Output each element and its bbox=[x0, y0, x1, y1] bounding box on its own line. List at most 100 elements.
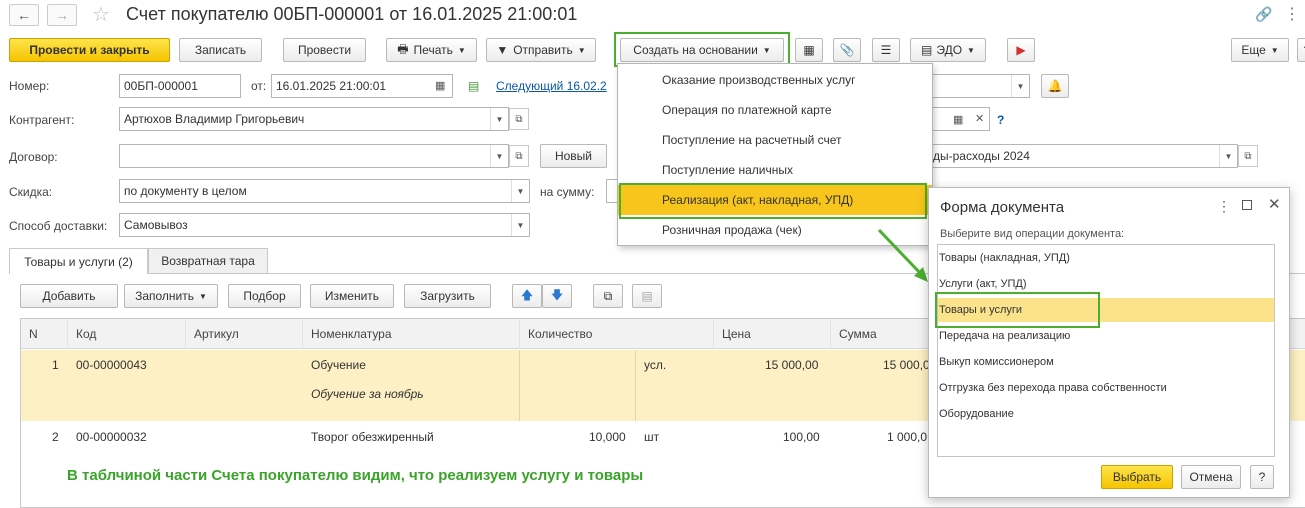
tab-goods-services[interactable]: Товары и услуги (2) bbox=[9, 248, 148, 274]
tab-returnable-packaging[interactable]: Возвратная тара bbox=[148, 248, 268, 274]
calendar-icon[interactable]: ▦ bbox=[435, 79, 445, 92]
attach-button[interactable]: 📎 bbox=[833, 38, 861, 62]
copy-row-button[interactable]: ⧉ bbox=[593, 284, 623, 308]
help-question[interactable]: ? bbox=[997, 113, 1004, 127]
row-sum: 1 000,0 bbox=[887, 430, 928, 444]
send-icon: ▼ bbox=[496, 43, 509, 57]
chevron-down-icon[interactable]: ▼ bbox=[511, 180, 529, 202]
chevron-down-icon[interactable]: ▼ bbox=[490, 108, 508, 130]
date-value: 16.01.2025 21:00:01 bbox=[276, 79, 387, 93]
structure-icon: ▦ bbox=[803, 43, 815, 57]
chevron-down-icon: ▼ bbox=[577, 45, 586, 55]
move-up-button[interactable]: 🡅 bbox=[512, 284, 542, 308]
open-icon[interactable]: ⧉ bbox=[509, 108, 529, 130]
delivery-field[interactable]: Самовывоз bbox=[119, 213, 530, 237]
discount-field[interactable]: по документу в целом bbox=[119, 179, 530, 203]
select-button[interactable]: Подбор bbox=[228, 284, 301, 308]
contractor-field[interactable]: Артюхов Владимир Григорьевич bbox=[119, 107, 509, 131]
chevron-down-icon[interactable]: ▼ bbox=[490, 145, 508, 167]
discount-label: Скидка: bbox=[9, 185, 53, 199]
menu-item-bank-receipt[interactable]: Поступление на расчетный счет bbox=[618, 125, 932, 155]
arrow-up-icon: 🡅 bbox=[520, 287, 534, 302]
fill-label: Заполнить bbox=[135, 289, 194, 303]
list-item[interactable]: Отгрузка без перехода права собственност… bbox=[939, 382, 1167, 394]
number-field[interactable]: 00БП-000001 bbox=[119, 74, 241, 98]
annotation-text: В таблчиной части Счета покупателю видим… bbox=[67, 467, 644, 484]
load-button[interactable]: Загрузить bbox=[404, 284, 491, 308]
journal-button[interactable]: ☰ bbox=[872, 38, 900, 62]
link-icon[interactable]: 🔗 bbox=[1255, 6, 1272, 23]
open-icon[interactable]: ⧉ bbox=[1238, 145, 1258, 167]
menu-item-card-payment[interactable]: Операция по платежной карте bbox=[618, 95, 932, 125]
list-item[interactable]: Услуги (акт, УПД) bbox=[939, 278, 1027, 290]
more-label: Еще bbox=[1241, 43, 1266, 57]
row-code: 00-00000043 bbox=[76, 358, 147, 372]
col-nomenclature[interactable]: Номенклатура bbox=[303, 319, 520, 349]
delivery-label: Способ доставки: bbox=[9, 219, 108, 233]
chevron-down-icon: ▼ bbox=[967, 45, 975, 55]
col-price[interactable]: Цена bbox=[714, 319, 831, 349]
edo-button[interactable]: ▤ ЭДО ▼ bbox=[910, 38, 986, 62]
menu-item-cash-receipt[interactable]: Поступление наличных bbox=[618, 155, 932, 185]
back-button[interactable]: ← bbox=[9, 4, 39, 26]
print-button[interactable]: 🖶 Печать ▼ bbox=[386, 38, 477, 62]
col-n[interactable]: N bbox=[21, 319, 68, 349]
expense-field[interactable]: ды-расходы 2024 bbox=[928, 144, 1238, 168]
row-description: Обучение за ноябрь bbox=[311, 387, 424, 401]
create-based-on-button[interactable]: Создать на основании ▼ bbox=[620, 38, 784, 62]
send-button[interactable]: ▼ Отправить ▼ bbox=[486, 38, 596, 62]
row-price: 15 000,00 bbox=[765, 358, 819, 372]
contract-field[interactable] bbox=[119, 144, 509, 168]
list-item[interactable]: Передача на реализацию bbox=[939, 330, 1070, 342]
col-code[interactable]: Код bbox=[68, 319, 186, 349]
dialog-title: Форма документа bbox=[940, 199, 1065, 216]
post-button[interactable]: Провести bbox=[283, 38, 366, 62]
maximize-icon[interactable] bbox=[1242, 200, 1252, 210]
dialog-help-button[interactable]: ? bbox=[1250, 465, 1274, 489]
chevron-down-icon[interactable]: ▼ bbox=[1219, 145, 1237, 167]
list-item[interactable]: Товары (накладная, УПД) bbox=[939, 252, 1070, 264]
forward-button[interactable]: → bbox=[47, 4, 77, 26]
next-document-link[interactable]: Следующий 16.02.2 bbox=[496, 79, 607, 93]
chevron-down-icon[interactable]: ▼ bbox=[511, 214, 529, 236]
edit-button[interactable]: Изменить bbox=[310, 284, 394, 308]
calendar-icon[interactable]: ▦ bbox=[953, 113, 963, 126]
operation-list[interactable]: Товары (накладная, УПД) Услуги (акт, УПД… bbox=[937, 244, 1275, 457]
move-down-button[interactable]: 🡇 bbox=[542, 284, 572, 308]
col-article[interactable]: Артикул bbox=[186, 319, 303, 349]
chevron-down-icon: ▼ bbox=[762, 45, 771, 55]
play-icon: ▶ bbox=[1016, 43, 1026, 57]
open-icon[interactable]: ⧉ bbox=[509, 145, 529, 167]
new-contract-button[interactable]: Новый bbox=[540, 144, 607, 168]
fill-button[interactable]: Заполнить ▼ bbox=[124, 284, 218, 308]
save-button[interactable]: Записать bbox=[179, 38, 262, 62]
more-button[interactable]: Еще ▼ bbox=[1231, 38, 1289, 62]
menu-item-production-services[interactable]: Оказание производственных услуг bbox=[618, 65, 932, 95]
close-icon[interactable]: ✕ bbox=[1268, 195, 1281, 213]
more-dots-icon[interactable]: ⋮ bbox=[1217, 198, 1231, 215]
paste-row-button[interactable]: ▤ bbox=[632, 284, 662, 308]
cancel-button[interactable]: Отмена bbox=[1181, 465, 1241, 489]
help-button[interactable]: ? bbox=[1297, 38, 1305, 62]
notification-button[interactable]: 🔔 bbox=[1041, 74, 1069, 98]
select-ok-button[interactable]: Выбрать bbox=[1101, 465, 1173, 489]
structure-button[interactable]: ▦ bbox=[795, 38, 823, 62]
row-unit: шт bbox=[644, 430, 660, 444]
bell-icon: 🔔 bbox=[1047, 79, 1063, 93]
row-n: 1 bbox=[52, 358, 59, 372]
date-field[interactable]: 16.01.2025 21:00:01 bbox=[271, 74, 453, 98]
run-button[interactable]: ▶ bbox=[1007, 38, 1035, 62]
chevron-down-icon[interactable]: ▼ bbox=[1011, 75, 1029, 97]
more-dots-icon[interactable]: ⋮ bbox=[1284, 4, 1300, 24]
paperclip-icon: 📎 bbox=[839, 43, 855, 57]
favorite-star-icon[interactable]: ☆ bbox=[92, 2, 110, 27]
add-row-button[interactable]: Добавить bbox=[20, 284, 118, 308]
edo-label: ЭДО bbox=[936, 43, 963, 57]
list-item[interactable]: Оборудование bbox=[939, 408, 1014, 420]
clear-icon[interactable]: ✕ bbox=[975, 112, 984, 125]
post-and-close-button[interactable]: Провести и закрыть bbox=[9, 38, 170, 62]
arrow-down-icon: 🡇 bbox=[550, 287, 564, 302]
list-item[interactable]: Выкуп комиссионером bbox=[939, 356, 1054, 368]
col-quantity[interactable]: Количество bbox=[520, 319, 714, 349]
paste-icon: ▤ bbox=[641, 289, 653, 303]
